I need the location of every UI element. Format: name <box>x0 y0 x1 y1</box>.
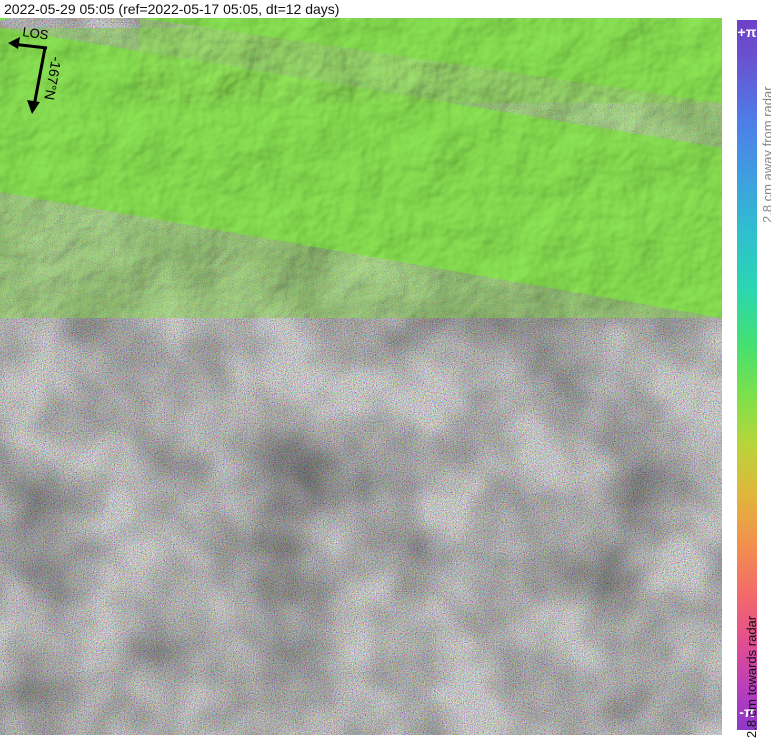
colorbar-max-label: +π <box>737 24 757 40</box>
map-svg <box>0 18 722 735</box>
heading-label: -167°N <box>41 55 64 101</box>
colorbar-panel: +π -π 2.8 cm away from radar 2.8 cm towa… <box>722 18 771 738</box>
los-north-arrow: LOS -167°N <box>8 24 65 114</box>
towards-radar-label: 2.8 cm towards radar <box>744 615 759 738</box>
los-label: LOS <box>22 24 50 43</box>
los-arrow-head <box>8 37 20 49</box>
interferogram-map[interactable]: LOS -167°N <box>0 18 722 735</box>
away-from-radar-label: 2.8 cm away from radar <box>760 86 771 223</box>
figure-title: 2022-05-29 05:05 (ref=2022-05-17 05:05, … <box>4 1 340 17</box>
heading-arrow-head <box>27 100 40 114</box>
